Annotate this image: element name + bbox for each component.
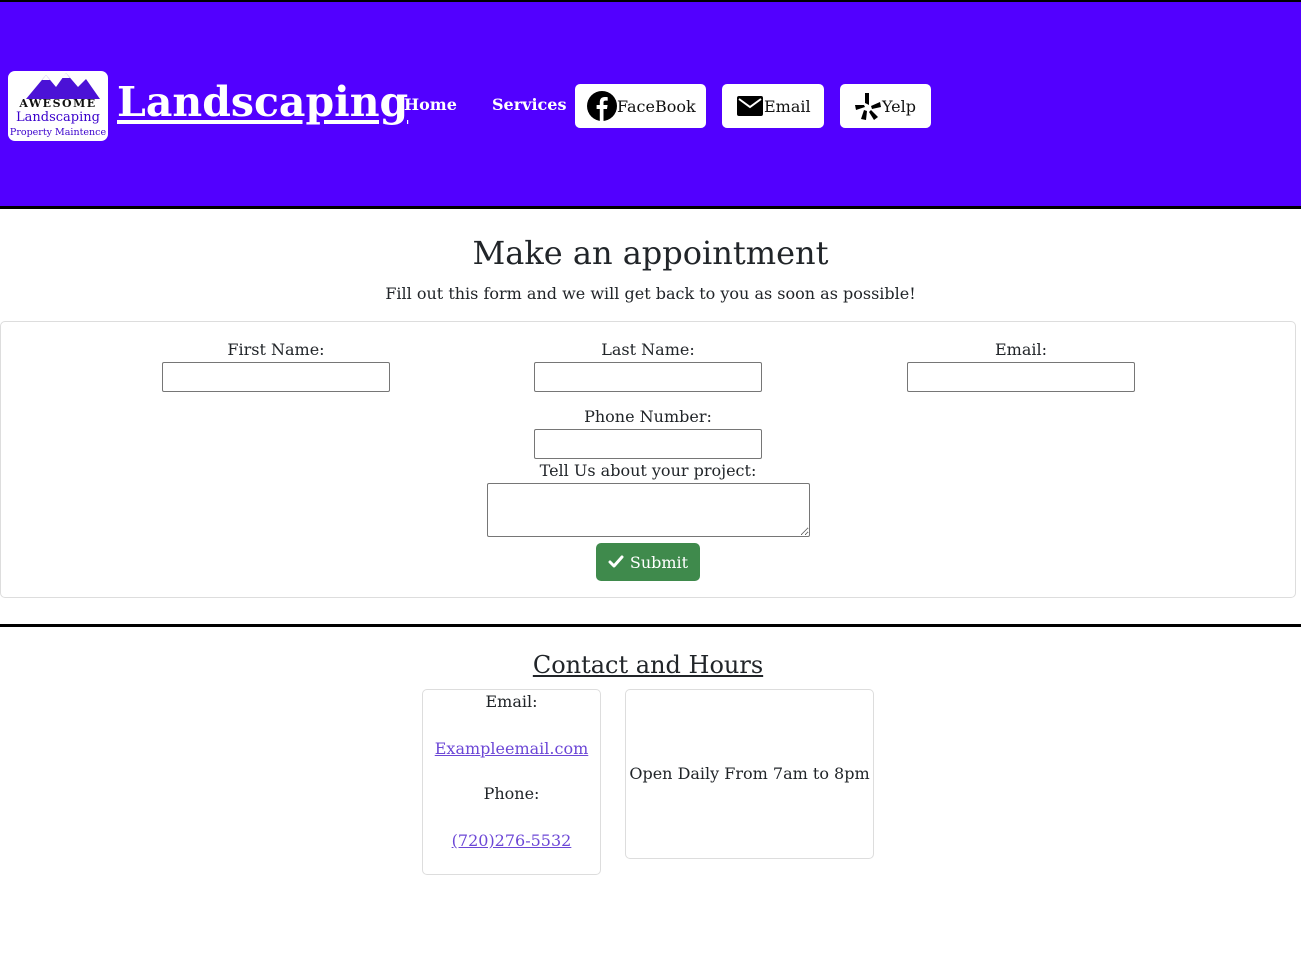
contact-phone-link[interactable]: (720)276-5532 bbox=[452, 831, 572, 850]
yelp-icon bbox=[855, 93, 881, 120]
email-field-label: Email: bbox=[994, 340, 1047, 359]
last-name-label: Last Name: bbox=[601, 340, 695, 359]
contact-phone-wrap: (720)276-5532 bbox=[422, 830, 601, 852]
brand-title-link[interactable]: Landscaping bbox=[117, 76, 408, 128]
yelp-button[interactable]: Yelp bbox=[840, 84, 931, 128]
facebook-button[interactable]: FaceBook bbox=[575, 84, 706, 128]
logo-line-landscaping: Landscaping bbox=[16, 110, 100, 125]
check-icon bbox=[608, 555, 624, 568]
appointment-subtitle: Fill out this form and we will get back … bbox=[385, 284, 916, 303]
phone-label: Phone Number: bbox=[584, 407, 712, 426]
submit-button[interactable]: Submit bbox=[596, 543, 700, 581]
contact-phone-label: Phone: bbox=[483, 784, 540, 803]
nav-services-link[interactable]: Services bbox=[492, 94, 566, 116]
site-header: AWESOME Landscaping Property Maintence L… bbox=[0, 0, 1301, 209]
project-textarea[interactable] bbox=[487, 483, 810, 537]
contact-email-link[interactable]: Exampleemail.com bbox=[435, 739, 589, 758]
facebook-icon bbox=[587, 91, 617, 121]
logo-line-awesome: AWESOME bbox=[19, 97, 97, 110]
contact-title: Contact and Hours bbox=[532, 651, 764, 679]
submit-label: Submit bbox=[629, 552, 689, 572]
envelope-icon bbox=[737, 96, 763, 116]
email-button[interactable]: Email bbox=[722, 84, 824, 128]
facebook-label: FaceBook bbox=[617, 96, 696, 116]
nav-home-link[interactable]: Home bbox=[404, 94, 457, 116]
yelp-label: Yelp bbox=[882, 96, 916, 116]
email-input[interactable] bbox=[907, 362, 1135, 392]
company-logo[interactable]: AWESOME Landscaping Property Maintence bbox=[8, 71, 108, 141]
appointment-title: Make an appointment bbox=[472, 234, 829, 272]
phone-input[interactable] bbox=[534, 429, 762, 459]
email-label: Email bbox=[764, 96, 811, 116]
last-name-input[interactable] bbox=[534, 362, 762, 392]
project-label: Tell Us about your project: bbox=[539, 461, 757, 480]
first-name-label: First Name: bbox=[227, 340, 325, 359]
contact-email-wrap: Exampleemail.com bbox=[422, 738, 601, 760]
logo-line-property: Property Maintence bbox=[9, 127, 107, 138]
section-divider bbox=[0, 624, 1301, 627]
hours-text: Open Daily From 7am to 8pm bbox=[629, 764, 870, 783]
first-name-input[interactable] bbox=[162, 362, 390, 392]
contact-email-label: Email: bbox=[485, 692, 538, 711]
